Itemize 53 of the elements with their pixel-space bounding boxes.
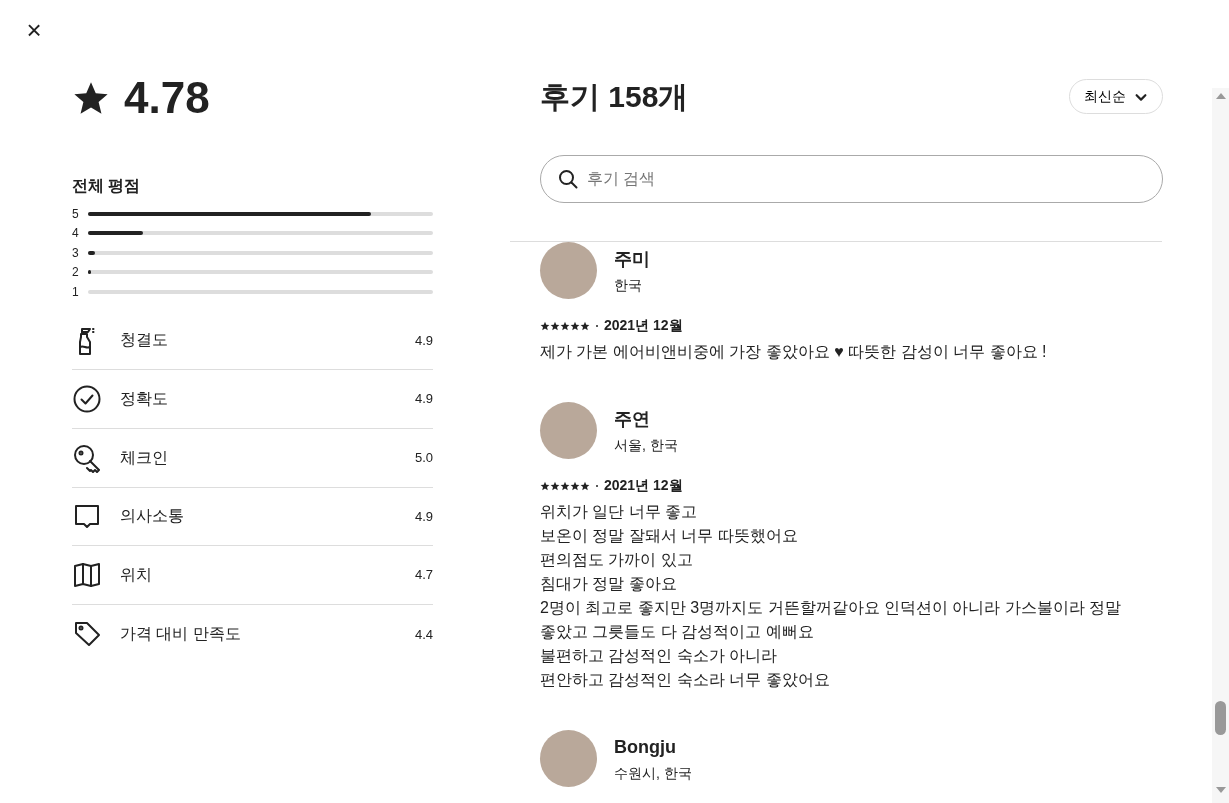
category-label: 위치 [120, 565, 153, 586]
photo-placeholder [540, 730, 597, 787]
star-icon [540, 320, 550, 331]
reviewer-location: 한국 [614, 275, 643, 295]
star-icon [580, 480, 590, 491]
star-icon [550, 320, 560, 331]
rating-label: 2 [72, 264, 80, 282]
category-score: 4.4 [414, 625, 433, 644]
review-text: 제가 가본 에어비앤비중에 가장 좋았아요 ♥ 따뜻한 감성이 너무 좋아요 ! [540, 342, 1048, 362]
search-icon [558, 169, 578, 189]
overall-rating-heading: 전체 평점 [72, 176, 142, 196]
close-button[interactable]: × [20, 16, 48, 44]
rating-label: 5 [72, 205, 80, 223]
star-icon [580, 320, 590, 331]
category-label: 체크인 [120, 447, 169, 468]
star-icon [560, 320, 570, 331]
rating-label: 3 [72, 244, 80, 262]
checkmark-circle-icon [72, 384, 102, 415]
review-text: 위치가 일단 너무 좋고 보온이 정말 잘돼서 너무 따뜻했어요 편의점도 가까이 있고 침대가 정말 좋아요 2명이 최고로 좋지만 3명까지도 거뜬할꺼같아요 인덕션이 아니라 가스불이라 정말 좋았고 그릇들도 다 감성적이고 예뻐요 불편하고 감성적인 숙소가 아니라 편안하고 감성적인 숙소라 너무 좋았어요 [540, 502, 1123, 690]
star-icon [560, 480, 570, 491]
reviewer-name: 주연 [614, 407, 651, 431]
category-label: 의사소통 [120, 506, 185, 527]
category-score: 4.7 [414, 566, 433, 585]
search-field[interactable]: 후기 검색 [540, 155, 1163, 203]
star-icon [540, 480, 550, 491]
scrollbar[interactable] [1212, 88, 1229, 803]
star-icon [570, 320, 580, 331]
scrollbar-thumb[interactable] [1215, 701, 1226, 735]
rating-label: 4 [72, 225, 80, 243]
category-score: 4.9 [414, 390, 433, 409]
photo-placeholder [540, 242, 597, 299]
review-date: 2021년 12월 [604, 316, 683, 335]
rating-label: 1 [72, 283, 80, 301]
sort-dropdown[interactable]: 최신순 [1069, 79, 1163, 114]
scroll-up-arrow-icon [1215, 93, 1226, 99]
key-icon [72, 442, 102, 473]
star-icon [570, 480, 580, 491]
category-label: 정확도 [120, 389, 169, 410]
reviewer-location: 수원시, 한국 [614, 763, 692, 783]
overall-rating: 4.78 [124, 72, 210, 124]
category-label: 가격 대비 만족도 [120, 624, 242, 645]
review-date: 2021년 12월 [604, 476, 683, 495]
star-icon [550, 480, 560, 491]
reviewer-name: Bongju [614, 735, 677, 759]
category-score: 5.0 [414, 448, 433, 467]
photo-placeholder [540, 402, 597, 459]
category-label: 청결도 [120, 330, 169, 351]
reviewer-name: 주미 [614, 247, 650, 271]
category-score: 4.9 [414, 507, 433, 526]
reviewer-location: 서울, 한국 [614, 435, 678, 455]
category-score: 4.9 [414, 331, 433, 350]
scroll-down-arrow-icon [1215, 787, 1226, 793]
reviews-title: 후기 158개 [540, 79, 689, 115]
